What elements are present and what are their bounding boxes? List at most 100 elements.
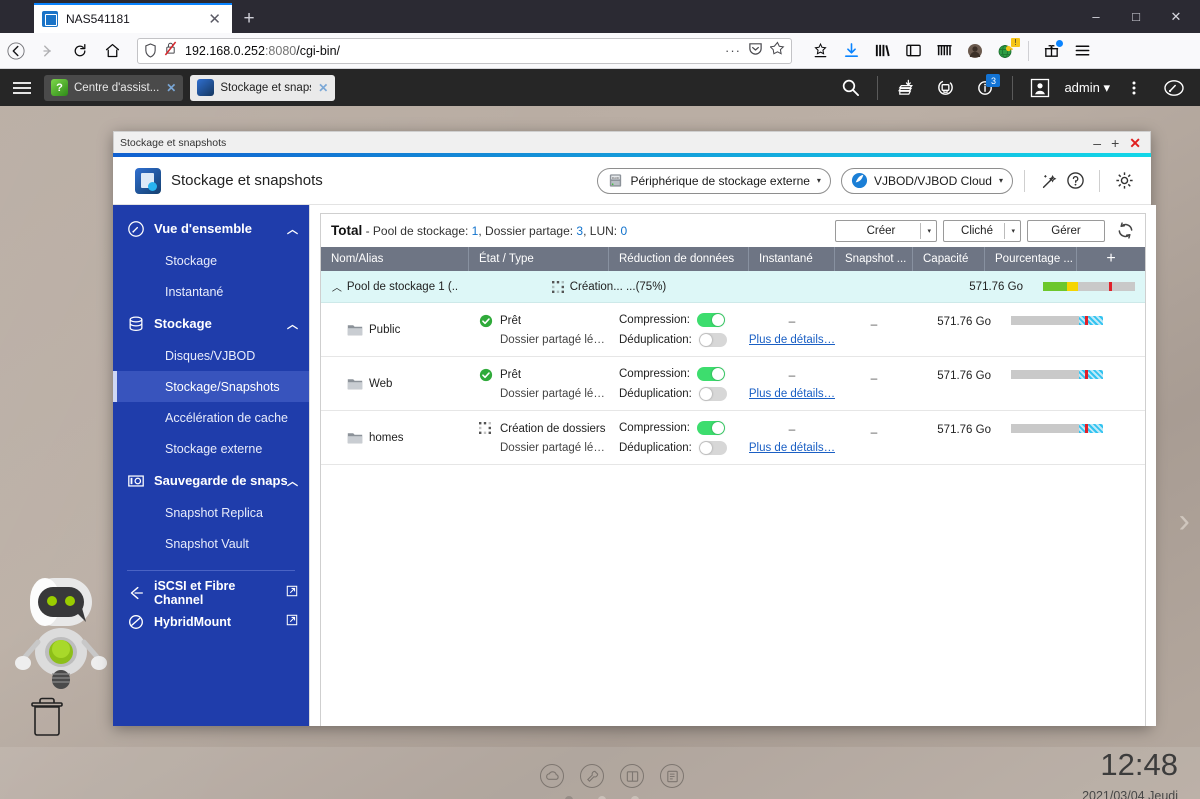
column-header-name[interactable]: Nom/Alias: [321, 247, 469, 271]
sidebar-item-disques-vjbod[interactable]: Disques/VJBOD: [113, 340, 309, 371]
column-header-data-reduction[interactable]: Réduction de données: [609, 247, 749, 271]
sidebar-item-stockage-externe[interactable]: Stockage externe: [113, 433, 309, 464]
window-title-bar[interactable]: Stockage et snapshots – + ✕: [113, 131, 1151, 153]
magic-wand-icon[interactable]: [1036, 168, 1062, 194]
loading-dots-icon: [551, 280, 564, 293]
sidebar-item-stockage-snapshots[interactable]: Stockage/Snapshots: [113, 371, 309, 402]
taskbar-item-close-icon[interactable]: ✕: [166, 81, 176, 95]
forward-button[interactable]: [32, 36, 64, 66]
row-state-cell: Prêt Dossier partagé lé…: [469, 303, 609, 356]
more-options-icon[interactable]: [1114, 69, 1154, 106]
refresh-icon[interactable]: [1113, 219, 1137, 243]
taskbar-item-close-icon[interactable]: ✕: [318, 81, 328, 95]
sidebar-group-overview[interactable]: Vue d'ensemble ︿: [113, 212, 309, 245]
header-divider: [1099, 169, 1100, 192]
sidebar-item-acceleration-cache[interactable]: Accélération de cache: [113, 402, 309, 433]
column-header-snapshot[interactable]: Instantané: [749, 247, 835, 271]
chevron-up-icon[interactable]: ︿: [332, 279, 342, 294]
address-bar[interactable]: 192.168.0.252:8080/cgi-bin/ ···: [137, 37, 792, 64]
back-button[interactable]: [0, 36, 32, 66]
chevron-down-icon: ▾: [998, 176, 1003, 185]
extension-globe-icon[interactable]: !: [992, 37, 1020, 65]
sidebar-item-stockage-overview[interactable]: Stockage: [113, 245, 309, 276]
library-icon[interactable]: [868, 37, 896, 65]
table-row[interactable]: Public Prêt Dossier partagé lé… Compression…: [321, 303, 1145, 357]
more-details-link[interactable]: Plus de détails…: [749, 442, 835, 454]
lun-label: , LUN:: [583, 224, 618, 238]
column-header-snapshot-count[interactable]: Snapshot ...: [835, 247, 913, 271]
dedup-toggle[interactable]: [698, 440, 727, 455]
compression-toggle[interactable]: [696, 366, 725, 381]
new-extension-icon[interactable]: [1037, 37, 1065, 65]
pocket-icon[interactable]: [748, 41, 763, 61]
window-maximize-button[interactable]: +: [1111, 136, 1119, 150]
table-row[interactable]: homes Création de dossiers Dossier partagé…: [321, 411, 1145, 465]
row-usage-cell: [1001, 303, 1145, 356]
sidebar-icon[interactable]: [899, 37, 927, 65]
account-avatar-icon[interactable]: [961, 37, 989, 65]
dedup-toggle[interactable]: [698, 332, 727, 347]
search-icon[interactable]: [830, 69, 870, 106]
background-tasks-icon[interactable]: [885, 69, 925, 106]
user-avatar-icon[interactable]: [1020, 69, 1060, 106]
vjbod-dropdown[interactable]: VJBOD/VJBOD Cloud ▾: [840, 167, 1013, 194]
app-menu-icon[interactable]: [1068, 37, 1096, 65]
taskbar-item-storage-snapshots[interactable]: Stockage et snapsh... ✕: [190, 74, 336, 101]
user-menu[interactable]: admin ▾: [1060, 80, 1114, 96]
browser-minimize-button[interactable]: –: [1076, 0, 1116, 33]
dedup-toggle[interactable]: [698, 386, 727, 401]
home-button[interactable]: [96, 36, 128, 66]
column-header-capacity[interactable]: Capacité: [913, 247, 985, 271]
sidebar-group-snapshot-backup[interactable]: Sauvegarde de snaps.. ︿: [113, 464, 309, 497]
vjbod-cloud-icon: [851, 172, 868, 189]
gear-icon[interactable]: [1111, 168, 1137, 194]
window-minimize-button[interactable]: –: [1093, 136, 1101, 150]
main-menu-icon[interactable]: [0, 69, 44, 106]
window-close-button[interactable]: ✕: [1129, 136, 1141, 150]
save-to-pocket-icon[interactable]: [806, 37, 834, 65]
help-icon[interactable]: [1062, 168, 1088, 194]
bookmark-star-icon[interactable]: [769, 41, 785, 61]
compression-toggle[interactable]: [696, 420, 725, 435]
sidebar-group-storage[interactable]: Stockage ︿: [113, 307, 309, 340]
containers-icon[interactable]: [930, 37, 958, 65]
create-button[interactable]: Créer: [835, 219, 937, 242]
pool-row[interactable]: ︿ Pool de stockage 1 (.. Création... ...…: [321, 271, 1145, 303]
table-row[interactable]: Web Prêt Dossier partagé lé… Compression: Dé…: [321, 357, 1145, 411]
trash-icon[interactable]: [26, 694, 68, 738]
tab-close-icon[interactable]: ✕: [205, 12, 224, 27]
sidebar-link-iscsi[interactable]: iSCSI et Fibre Channel: [113, 578, 309, 607]
next-desktop-arrow-icon[interactable]: ›: [1179, 504, 1190, 538]
browser-tab[interactable]: NAS541181 ✕: [34, 3, 232, 33]
compression-toggle[interactable]: [696, 312, 725, 327]
manage-button[interactable]: Gérer: [1027, 219, 1105, 242]
browser-maximize-button[interactable]: □: [1116, 0, 1156, 33]
snapshot-button[interactable]: Cliché: [943, 219, 1021, 242]
dashboard-gauge-icon[interactable]: [1154, 69, 1194, 106]
taskbar-item-help-center[interactable]: ? Centre d'assist... ✕: [44, 74, 184, 101]
downloads-icon[interactable]: [837, 37, 865, 65]
external-storage-dropdown[interactable]: RAID Périphérique de stockage externe ▾: [597, 167, 831, 194]
add-column-button[interactable]: +: [1077, 247, 1145, 271]
sidebar-item-snapshot-vault[interactable]: Snapshot Vault: [113, 528, 309, 559]
row-capacity: 571.76 Go: [937, 316, 991, 328]
column-header-percentage[interactable]: Pourcentage ...: [985, 247, 1077, 271]
row-snapshot-count-cell: –: [835, 357, 913, 410]
sidebar-link-hybridmount[interactable]: HybridMount: [113, 607, 309, 636]
sidebar-group-label: Vue d'ensemble: [154, 221, 252, 236]
notifications-icon[interactable]: 3: [965, 69, 1005, 106]
pool-capacity: 571.76 Go: [969, 280, 1023, 293]
sidebar-item-snapshot-replica[interactable]: Snapshot Replica: [113, 497, 309, 528]
qnap-robot-mascot: [14, 574, 110, 689]
pool-state-cell: Création... ...(75%): [469, 280, 749, 293]
pool-label: - Pool de stockage:: [365, 224, 469, 238]
more-details-link[interactable]: Plus de détails…: [749, 334, 835, 346]
external-device-icon[interactable]: [925, 69, 965, 106]
page-actions-icon[interactable]: ···: [725, 43, 741, 58]
more-details-link[interactable]: Plus de détails…: [749, 388, 835, 400]
new-tab-button[interactable]: +: [238, 8, 260, 30]
browser-close-button[interactable]: ✕: [1156, 0, 1196, 33]
sidebar-item-instantane[interactable]: Instantané: [113, 276, 309, 307]
reload-button[interactable]: [64, 36, 96, 66]
column-header-state[interactable]: État / Type: [469, 247, 609, 271]
